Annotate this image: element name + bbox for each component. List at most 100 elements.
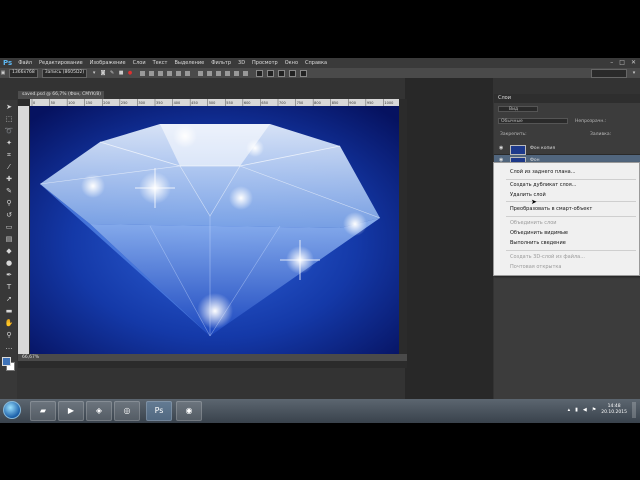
- distribute-center-icon[interactable]: [234, 70, 240, 76]
- menu-item-convert-smart-object[interactable]: Преобразовать в смарт-объект: [510, 206, 592, 212]
- menu-select[interactable]: Выделение: [174, 60, 204, 66]
- document-tab[interactable]: saved.psd @ 66,7% (Фон, CMYK/8): [18, 91, 104, 99]
- pen-tool-icon[interactable]: ✒: [4, 270, 14, 280]
- path-selection-tool-icon[interactable]: ➚: [4, 294, 14, 304]
- 3d-roll-icon[interactable]: [267, 69, 275, 77]
- blend-mode-select[interactable]: Обычные: [498, 118, 568, 124]
- lasso-tool-icon[interactable]: ➰: [4, 126, 14, 136]
- menu-3d[interactable]: 3D: [238, 60, 245, 66]
- 3d-scale-icon[interactable]: [300, 69, 308, 77]
- clock[interactable]: 14:48 20.10.2015: [601, 404, 627, 416]
- kind-filter-select[interactable]: Вид: [498, 106, 538, 112]
- healing-brush-tool-icon[interactable]: ✚: [4, 174, 14, 184]
- media-player-icon[interactable]: ▶: [58, 401, 84, 421]
- menu-edit[interactable]: Редактирование: [39, 60, 83, 66]
- 3d-slide-icon[interactable]: [289, 69, 297, 77]
- ruler-tick-label: 200: [103, 101, 110, 105]
- menu-item-merge-layers: Объединить слои: [510, 220, 557, 226]
- menu-file[interactable]: Файл: [18, 60, 32, 66]
- align-right-icon[interactable]: [185, 70, 191, 76]
- menu-layer[interactable]: Слои: [133, 60, 146, 66]
- align-left-icon[interactable]: [167, 70, 173, 76]
- type-tool-icon[interactable]: T: [4, 282, 14, 292]
- menu-window[interactable]: Окно: [285, 60, 298, 66]
- menu-item-merge-visible[interactable]: Объединить видимые: [510, 230, 568, 236]
- menu-filter[interactable]: Фильтр: [211, 60, 231, 66]
- ruler-tick-label: 950: [367, 101, 374, 105]
- move-tool-icon[interactable]: ➤: [4, 102, 14, 112]
- blend-mode-label: Обычные: [501, 119, 523, 124]
- eyedropper-tool-icon[interactable]: ⁄: [4, 162, 14, 172]
- ruler-tick-label: 400: [174, 101, 181, 105]
- show-desktop-button[interactable]: [632, 402, 636, 418]
- gradient-tool-icon[interactable]: ▤: [4, 234, 14, 244]
- close-button[interactable]: ✕: [631, 59, 636, 66]
- align-bottom-icon[interactable]: [158, 70, 164, 76]
- menu-item-delete-layer[interactable]: Удалить слой: [510, 192, 546, 198]
- history-brush-tool-icon[interactable]: ↺: [4, 210, 14, 220]
- minimize-button[interactable]: –: [610, 59, 613, 66]
- menu-item-postcard: Почтовая открытка: [510, 264, 562, 270]
- brush-tool-icon[interactable]: ✎: [4, 186, 14, 196]
- menu-image[interactable]: Изображение: [90, 60, 126, 66]
- magic-wand-tool-icon[interactable]: ✦: [4, 138, 14, 148]
- media-center-icon[interactable]: ◈: [86, 401, 112, 421]
- align-center-icon[interactable]: [176, 70, 182, 76]
- zoom-tool-icon[interactable]: ⚲: [4, 330, 14, 340]
- menu-type[interactable]: Текст: [153, 60, 168, 66]
- folder-icon[interactable]: ▰: [30, 401, 56, 421]
- ruler-tick-label: 250: [121, 101, 128, 105]
- shape-tool-icon[interactable]: ▬: [4, 306, 14, 316]
- recorder-icon[interactable]: ◉: [176, 401, 202, 421]
- size-field[interactable]: 1366x768: [9, 68, 38, 78]
- visibility-eye-icon[interactable]: ◉: [499, 145, 503, 151]
- 3d-pan-icon[interactable]: [278, 69, 286, 77]
- menu-view[interactable]: Просмотр: [252, 60, 278, 66]
- action-field[interactable]: Запись (8605D2): [41, 68, 88, 78]
- foreground-color-swatch[interactable]: [2, 357, 11, 366]
- record-icon[interactable]: ●: [127, 70, 133, 76]
- clone-stamp-tool-icon[interactable]: ⚲: [4, 198, 14, 208]
- distribute-top-icon[interactable]: [198, 70, 204, 76]
- pencil-icon[interactable]: ✎: [109, 70, 115, 76]
- distribute-right-icon[interactable]: [243, 70, 249, 76]
- record-tool-icon[interactable]: ▣: [0, 70, 6, 76]
- menu-item-layer-from-background[interactable]: Слой из заднего плана...: [510, 169, 576, 175]
- flag-icon[interactable]: ⚑: [592, 407, 596, 413]
- layers-tab[interactable]: Слои: [498, 95, 511, 101]
- dodge-tool-icon[interactable]: ●: [4, 258, 14, 268]
- chrome-icon[interactable]: ◎: [114, 401, 140, 421]
- kind-filter-label: Вид: [509, 107, 519, 112]
- menu-item-flatten-image[interactable]: Выполнить сведение: [510, 240, 566, 246]
- blur-tool-icon[interactable]: ◆: [4, 246, 14, 256]
- hand-tool-icon[interactable]: ✋: [4, 318, 14, 328]
- menu-item-duplicate-layer[interactable]: Создать дубликат слоя...: [510, 182, 577, 188]
- stop-icon[interactable]: ■: [118, 70, 124, 76]
- workspace-select[interactable]: [591, 68, 627, 78]
- crop-tool-icon[interactable]: ⌗: [4, 150, 14, 160]
- align-middle-icon[interactable]: [149, 70, 155, 76]
- ruler-tick-label: 800: [314, 101, 321, 105]
- distribute-middle-icon[interactable]: [207, 70, 213, 76]
- camera-icon[interactable]: ◙: [100, 70, 106, 76]
- 3d-rotate-icon[interactable]: [256, 69, 264, 77]
- distribute-left-icon[interactable]: [225, 70, 231, 76]
- eraser-tool-icon[interactable]: ▭: [4, 222, 14, 232]
- photoshop-icon[interactable]: Ps: [146, 401, 172, 421]
- align-top-icon[interactable]: [140, 70, 146, 76]
- layer-row[interactable]: ◉ Фон копия: [494, 143, 640, 155]
- volume-icon[interactable]: ◀: [583, 407, 587, 413]
- more-tools-icon[interactable]: …: [4, 342, 14, 352]
- marquee-tool-icon[interactable]: ⬚: [4, 114, 14, 124]
- chevron-down-icon[interactable]: ▾: [91, 70, 97, 76]
- maximize-button[interactable]: □: [619, 59, 625, 66]
- ruler-tick-label: 350: [156, 101, 163, 105]
- network-icon[interactable]: ▮: [575, 407, 578, 413]
- zoom-level[interactable]: 66,67%: [22, 355, 39, 360]
- start-button[interactable]: [3, 401, 21, 419]
- workspace-chevron-icon[interactable]: ▾: [631, 70, 637, 76]
- menu-help[interactable]: Справка: [305, 60, 327, 66]
- distribute-bottom-icon[interactable]: [216, 70, 222, 76]
- image-canvas[interactable]: [30, 106, 399, 354]
- tray-arrow-icon[interactable]: ▴: [568, 407, 571, 413]
